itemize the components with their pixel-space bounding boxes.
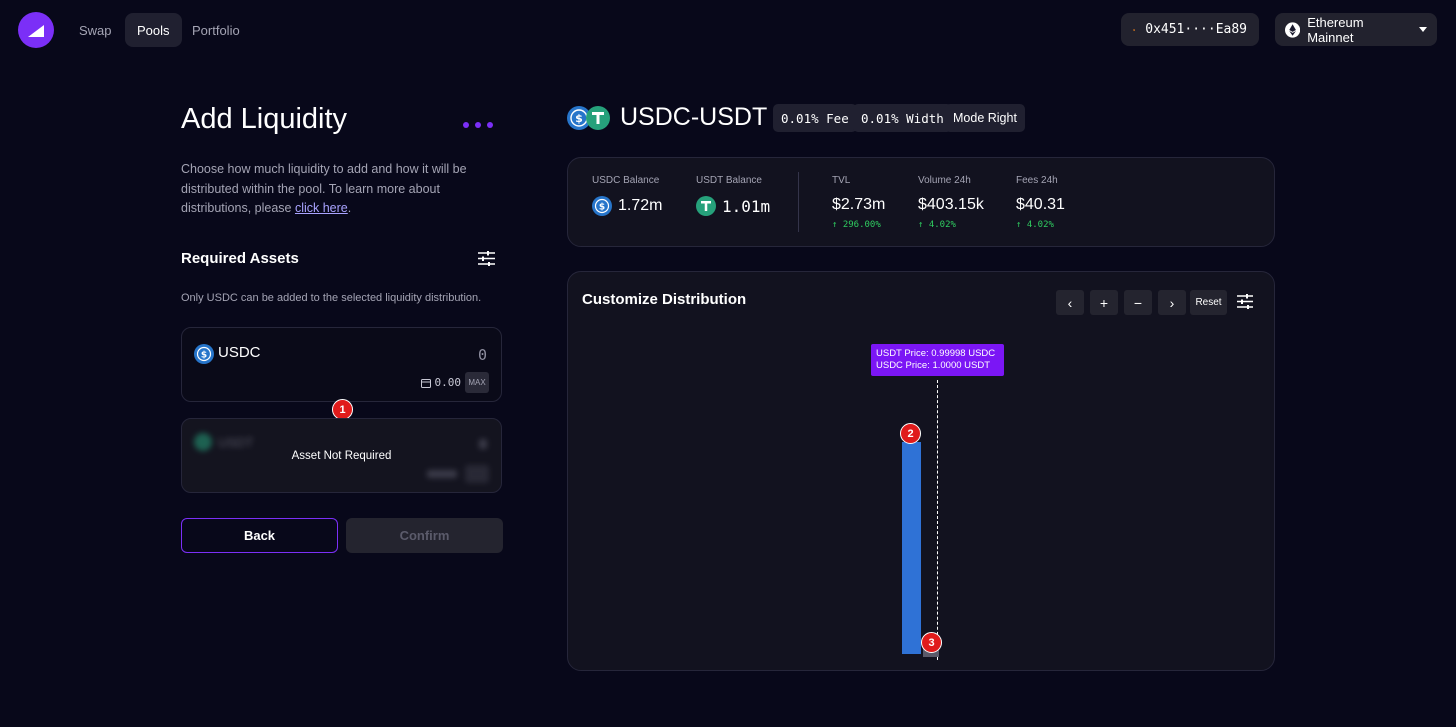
usdc-balance-value: 1.72m	[618, 197, 663, 214]
distribution-card: Customize Distribution ‹ + − › Reset USD…	[567, 271, 1275, 671]
stats-divider	[798, 172, 799, 232]
nav-swap[interactable]: Swap	[67, 13, 124, 47]
price-tooltip: USDT Price: 0.99998 USDC USDC Price: 1.0…	[871, 344, 1004, 376]
zoom-out-button[interactable]: −	[1124, 290, 1152, 315]
mode-pill: Mode Right	[945, 104, 1025, 132]
svg-text:$: $	[201, 351, 207, 361]
liquidity-bar-usdc[interactable]	[902, 442, 921, 654]
annotation-badge-1: 1	[332, 399, 353, 420]
wallet-address: 0x451····Ea89	[1145, 22, 1247, 37]
usdt-coin-icon	[194, 433, 212, 451]
fee-pill: 0.01% Fee	[773, 104, 857, 132]
usdt-asset-card: USDT Asset Not Required	[181, 418, 502, 493]
pair-token-icons: $	[567, 106, 611, 130]
pool-pair-title: USDC-USDT	[620, 103, 768, 131]
usdt-coin-icon	[696, 196, 716, 216]
usdt-balance-label: USDT Balance	[696, 175, 762, 186]
nav-portfolio[interactable]: Portfolio	[180, 13, 252, 47]
usdt-balance-value: 1.01m	[722, 196, 771, 216]
volume-change: ↑ 4.02%	[918, 220, 956, 230]
tvl-value: $2.73m	[832, 196, 886, 213]
fees-value: $40.31	[1016, 196, 1065, 213]
learn-more-link[interactable]: click here	[295, 201, 348, 215]
page-title: Add Liquidity	[181, 103, 348, 135]
usdt-coin-icon	[586, 106, 610, 130]
svg-text:$: $	[575, 112, 583, 125]
shift-left-button[interactable]: ‹	[1056, 290, 1084, 315]
usdc-amount-input[interactable]: 0	[478, 346, 487, 364]
sliders-icon[interactable]	[478, 251, 495, 271]
usdc-wallet-balance: 0.00	[420, 376, 462, 389]
usdc-symbol: USDC	[218, 344, 261, 361]
more-options-icon[interactable]	[463, 122, 493, 128]
usdc-price-line: USDC Price: 1.0000 USDT	[876, 360, 991, 371]
pool-stats-card: USDC Balance $ 1.72m USDT Balance 1.01m …	[567, 157, 1275, 247]
fees-label: Fees 24h	[1016, 175, 1058, 186]
usdt-price-line: USDT Price: 0.99998 USDC	[876, 348, 996, 359]
nav-pools[interactable]: Pools	[125, 13, 182, 47]
chevron-down-icon	[1419, 27, 1427, 32]
distribution-title: Customize Distribution	[582, 291, 747, 308]
wallet-button[interactable]: 0x451····Ea89	[1121, 13, 1259, 46]
confirm-button[interactable]: Confirm	[346, 518, 503, 553]
network-name: Ethereum Mainnet	[1307, 14, 1364, 45]
description: Choose how much liquidity to add and how…	[181, 160, 486, 219]
app-logo[interactable]	[18, 12, 54, 48]
volume-label: Volume 24h	[918, 175, 971, 186]
usdc-coin-icon: $	[194, 344, 214, 364]
ethereum-icon	[1285, 21, 1301, 38]
width-pill: 0.01% Width	[853, 104, 952, 132]
tvl-label: TVL	[832, 175, 851, 186]
usdt-symbol: USDT	[218, 435, 254, 450]
back-button[interactable]: Back	[181, 518, 338, 553]
metamask-fox-icon	[1133, 28, 1136, 31]
usdc-balance-stat: $ 1.72m	[592, 196, 662, 216]
wallet-icon	[420, 378, 431, 388]
fees-change: ↑ 4.02%	[1016, 220, 1054, 230]
annotation-badge-2: 2	[900, 423, 921, 444]
required-assets-hint: Only USDC can be added to the selected l…	[181, 292, 482, 304]
max-button[interactable]: MAX	[465, 372, 489, 393]
usdc-coin-icon: $	[592, 196, 612, 216]
annotation-badge-3: 3	[921, 632, 942, 653]
usdt-balance-stat: 1.01m	[696, 196, 770, 216]
tvl-change: ↑ 296.00%	[832, 220, 881, 230]
zoom-in-button[interactable]: +	[1090, 290, 1118, 315]
reset-button[interactable]: Reset	[1190, 290, 1227, 315]
network-selector[interactable]: Ethereum Mainnet	[1275, 13, 1437, 46]
sliders-icon[interactable]	[1237, 294, 1253, 314]
asset-not-required-label: Asset Not Required	[291, 450, 392, 462]
usdc-balance-label: USDC Balance	[592, 175, 660, 186]
svg-text:$: $	[599, 203, 605, 213]
logo-chart-icon	[28, 25, 44, 37]
description-end: .	[347, 201, 352, 215]
required-assets-title: Required Assets	[181, 250, 299, 267]
volume-value: $403.15k	[918, 196, 984, 213]
current-price-line	[937, 380, 938, 660]
shift-right-button[interactable]: ›	[1158, 290, 1186, 315]
usdc-balance-value: 0.00	[434, 376, 462, 389]
usdc-asset-card[interactable]: $ USDC 0 0.00 MAX	[181, 327, 502, 402]
